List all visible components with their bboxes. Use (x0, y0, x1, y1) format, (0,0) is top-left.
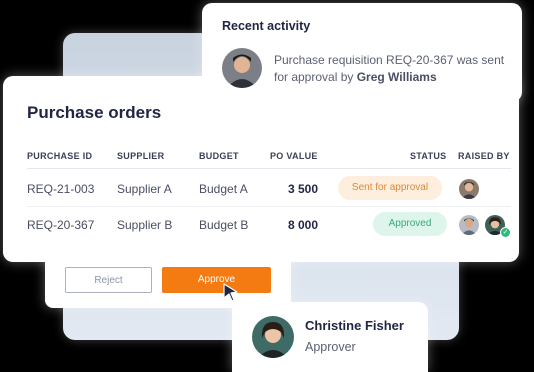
approval-actions-card: Reject Approve (45, 252, 291, 308)
column-header-status[interactable]: STATUS (410, 151, 446, 161)
avatar[interactable] (457, 177, 481, 201)
purchase-orders-title: Purchase orders (27, 103, 162, 122)
row-purchase-id: REQ-20-367 (27, 218, 95, 232)
check-badge-icon: ✓ (500, 227, 511, 238)
person-avatar-icon (459, 215, 479, 235)
header-divider (27, 168, 511, 169)
row-budget: Budget B (199, 218, 249, 232)
approve-button[interactable]: Approve (162, 267, 271, 293)
avatar[interactable] (252, 316, 294, 358)
avatar[interactable] (457, 213, 481, 237)
avatar[interactable] (222, 48, 262, 88)
row-po-value: 3 500 (287, 182, 318, 196)
row-purchase-id: REQ-21-003 (27, 182, 95, 196)
status-badge: Sent for approval (338, 176, 442, 200)
person-avatar-icon (222, 48, 262, 88)
row-budget: Budget A (199, 182, 248, 196)
column-header-supplier[interactable]: SUPPLIER (117, 151, 164, 161)
recent-activity-title: Recent activity (222, 19, 311, 33)
pointer-cursor-icon (223, 283, 238, 302)
row-divider (27, 206, 511, 207)
reject-button[interactable]: Reject (65, 267, 152, 293)
row-supplier: Supplier B (117, 218, 173, 232)
approver-role: Approver (305, 340, 356, 354)
stage: Purchase orders PURCHASE ID SUPPLIER BUD… (0, 0, 534, 372)
column-header-budget[interactable]: BUDGET (199, 151, 239, 161)
purchase-orders-card: Purchase orders PURCHASE ID SUPPLIER BUD… (3, 76, 519, 262)
activity-message: Purchase requisition REQ-20-367 was sent… (274, 52, 510, 86)
person-avatar-icon (252, 316, 294, 358)
column-header-purchase-id[interactable]: PURCHASE ID (27, 151, 92, 161)
approver-name: Christine Fisher (305, 318, 404, 333)
approver-card: Christine Fisher Approver (232, 302, 428, 372)
person-avatar-icon (459, 179, 479, 199)
status-badge: Approved (373, 212, 447, 236)
column-header-po-value[interactable]: PO VALUE (270, 151, 318, 161)
row-po-value: 8 000 (287, 218, 318, 232)
recent-activity-card: Recent activity Purchase requisition REQ… (202, 3, 522, 102)
row-supplier: Supplier A (117, 182, 172, 196)
column-header-raised-by[interactable]: RAISED BY (458, 151, 510, 161)
activity-user-name[interactable]: Greg Williams (357, 70, 437, 84)
